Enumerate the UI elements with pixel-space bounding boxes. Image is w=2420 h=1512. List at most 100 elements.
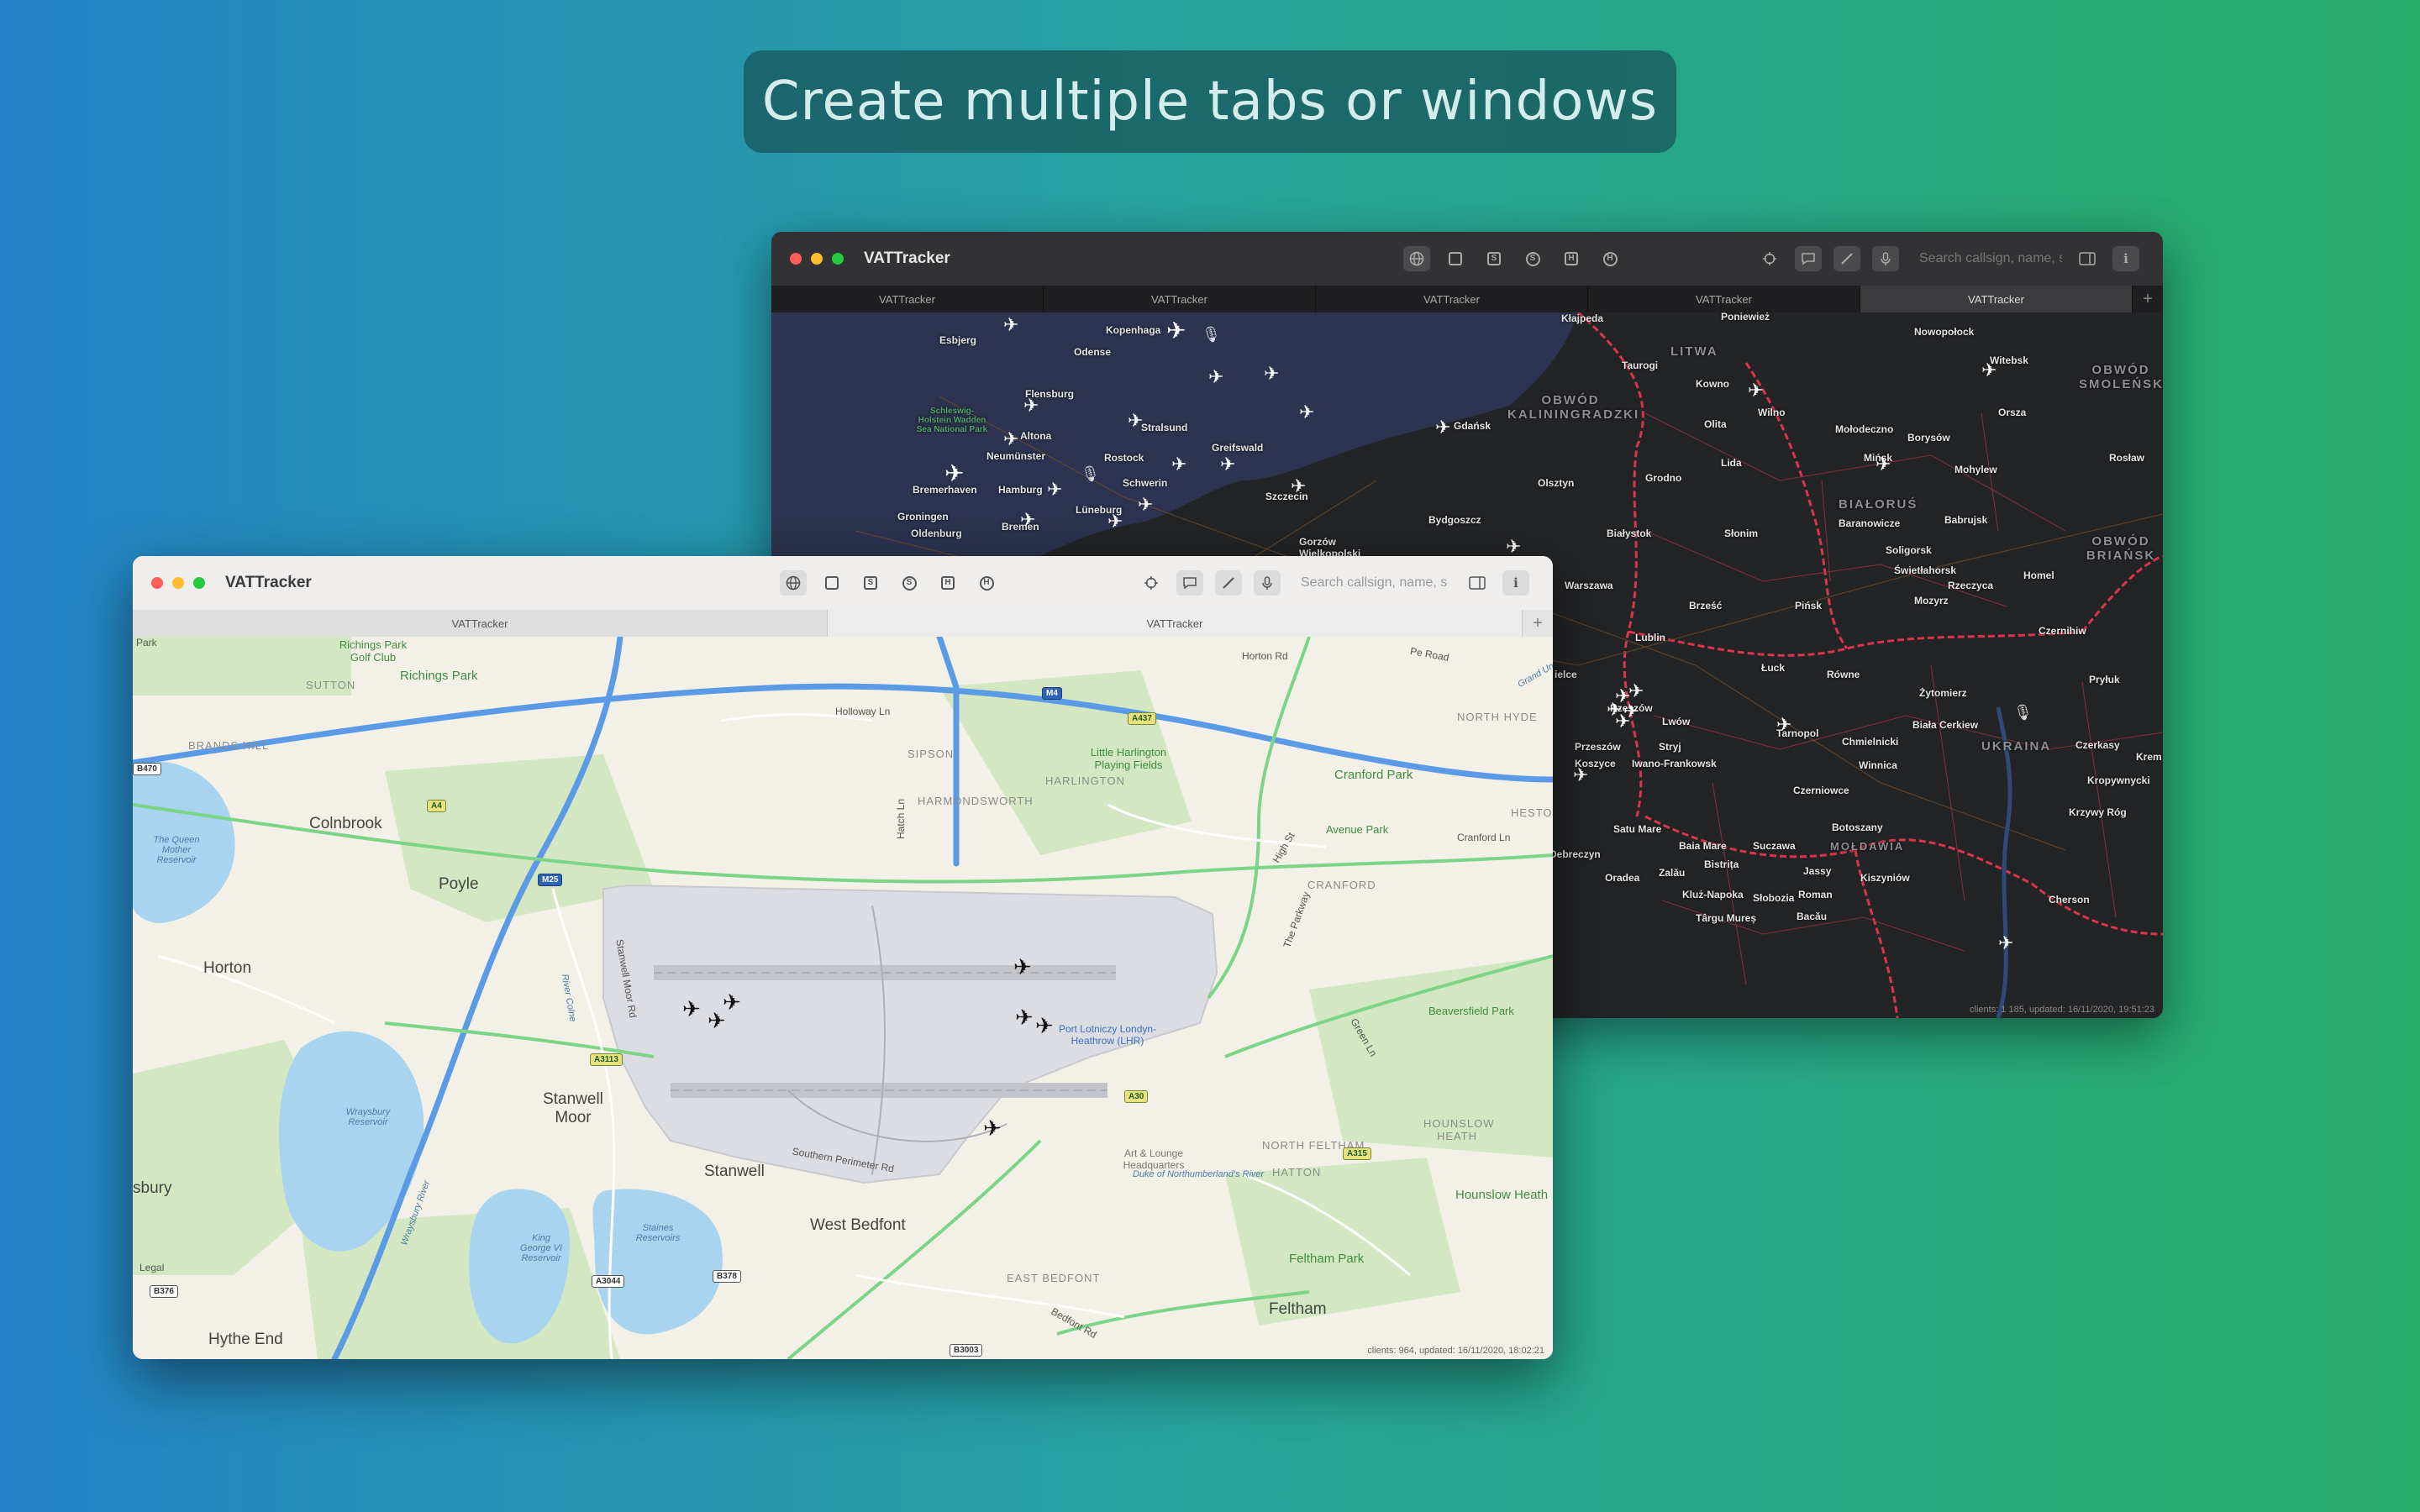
microphone-icon[interactable]: 🎙 (2013, 704, 2033, 722)
aircraft-icon[interactable]: ✈ (682, 998, 701, 1020)
zoom-button[interactable] (832, 253, 844, 265)
aircraft-icon[interactable]: ✈ (1003, 430, 1018, 449)
map-label: Grodno (1645, 472, 1682, 484)
aircraft-icon[interactable]: ✈ (1013, 956, 1032, 978)
tab[interactable]: VATTracker (133, 610, 828, 637)
road-shield: B470 (133, 763, 161, 775)
globe-icon[interactable] (780, 570, 807, 596)
sidebar-icon[interactable] (1464, 570, 1491, 596)
ruler-icon[interactable] (1215, 570, 1242, 596)
crosshair-icon[interactable] (1138, 570, 1165, 596)
map-label: Bacău (1797, 911, 1828, 922)
map-label: Port Lotniczy Londyn-Heathrow (LHR) (1058, 1023, 1157, 1047)
aircraft-icon[interactable]: ✈ (1876, 455, 1891, 474)
globe-icon[interactable] (1403, 246, 1430, 271)
aircraft-icon[interactable]: ✈ (1748, 381, 1763, 400)
map-label: Stanwell (704, 1163, 765, 1180)
aircraft-icon[interactable]: ✈ (1003, 316, 1018, 334)
chat-bubble-icon[interactable] (1795, 246, 1822, 271)
s-box-icon[interactable]: S (1481, 246, 1507, 271)
zoom-button[interactable] (193, 577, 205, 589)
minimize-button[interactable] (172, 577, 184, 589)
microphone-icon[interactable]: 🎙 (1202, 326, 1221, 344)
ruler-icon[interactable] (1833, 246, 1860, 271)
aircraft-icon[interactable]: ✈ (1573, 766, 1588, 785)
chat-bubble-icon[interactable] (1176, 570, 1203, 596)
map-label: Hythe End (208, 1331, 283, 1348)
search-input[interactable]: Search callsign, name, s (1911, 247, 2062, 270)
close-button[interactable] (790, 253, 802, 265)
aircraft-icon[interactable]: ✈ (1020, 511, 1035, 529)
aircraft-icon[interactable]: ✈ (1506, 538, 1521, 556)
map-label: Hamburg (998, 484, 1043, 496)
circle-s-icon[interactable]: S (896, 570, 923, 596)
aircraft-icon[interactable]: ✈ (1220, 455, 1235, 474)
s-box-icon[interactable]: S (857, 570, 884, 596)
aircraft-icon[interactable]: ✈ (1776, 716, 1791, 734)
map-label: Świetłahorsk (1894, 564, 1957, 576)
aircraft-icon[interactable]: ✈ (1035, 1015, 1054, 1037)
map-label: HARMONDSWORTH (918, 795, 1034, 807)
search-input[interactable]: Search callsign, name, s (1292, 571, 1452, 595)
crosshair-icon[interactable] (1756, 246, 1783, 271)
status-footer: clients: 1 185, updated: 16/11/2020, 19:… (1970, 1005, 2154, 1015)
close-button[interactable] (151, 577, 163, 589)
h-circle-icon[interactable]: H (973, 570, 1000, 596)
aircraft-icon[interactable]: ✈ (1291, 477, 1306, 496)
toolbar-tools: Search callsign, name, s i (1138, 570, 1529, 596)
aircraft-icon[interactable]: ✈ (983, 1117, 1002, 1139)
info-icon[interactable]: i (1502, 570, 1529, 596)
road-shield: A315 (1343, 1147, 1371, 1160)
aircraft-icon[interactable]: ✈ (1166, 319, 1186, 343)
sidebar-icon[interactable] (2074, 246, 2101, 271)
map-label: LITWA (1670, 344, 1718, 359)
tab[interactable]: VATTracker (1044, 286, 1316, 312)
square-icon[interactable] (818, 570, 845, 596)
tab-active[interactable]: VATTracker (1860, 286, 2133, 312)
map-label: Botoszany (1832, 822, 1883, 833)
h-box-icon[interactable]: H (1558, 246, 1585, 271)
square-icon[interactable] (1442, 246, 1469, 271)
minimize-button[interactable] (811, 253, 823, 265)
h-circle-icon[interactable]: H (1597, 246, 1623, 271)
map-label: BRANDS HILL (188, 739, 270, 752)
map-label: Brześć (1689, 600, 1723, 612)
aircraft-icon[interactable]: ✈ (1998, 934, 2013, 953)
info-icon[interactable]: i (2112, 246, 2139, 271)
aircraft-icon[interactable]: ✈ (1047, 480, 1062, 499)
aircraft-icon[interactable]: ✈ (1628, 682, 1644, 701)
aircraft-icon[interactable]: ✈ (1015, 1006, 1034, 1028)
new-tab-button[interactable]: + (2133, 286, 2163, 312)
aircraft-icon[interactable]: ✈ (1981, 361, 1996, 380)
tab[interactable]: VATTracker (1316, 286, 1588, 312)
h-box-icon[interactable]: H (934, 570, 961, 596)
map-label[interactable]: Legal (139, 1262, 164, 1273)
tab-active[interactable]: VATTracker (828, 610, 1523, 637)
microphone-icon[interactable] (1254, 570, 1281, 596)
tab[interactable]: VATTracker (771, 286, 1044, 312)
aircraft-icon[interactable]: ✈ (723, 991, 741, 1013)
microphone-icon[interactable] (1872, 246, 1899, 271)
aircraft-icon[interactable]: ✈ (1107, 512, 1123, 531)
aircraft-icon[interactable]: ✈ (1023, 396, 1039, 415)
map-label: Krzywy Róg (2069, 806, 2127, 818)
map-view-light[interactable]: clients: 964, updated: 16/11/2020, 18:02… (133, 637, 1553, 1359)
aircraft-icon[interactable]: ✈ (1128, 412, 1143, 430)
aircraft-icon[interactable]: ✈ (1435, 418, 1450, 437)
aircraft-icon[interactable]: ✈ (1299, 403, 1314, 422)
map-label: Wraysbury Reservoir (345, 1107, 391, 1127)
map-label: Rostock (1104, 452, 1144, 464)
aircraft-icon[interactable]: ✈ (944, 462, 964, 486)
microphone-icon[interactable]: 🎙 (1081, 465, 1100, 483)
circle-s-icon[interactable]: S (1519, 246, 1546, 271)
banner-text: Create multiple tabs or windows (761, 71, 1659, 133)
tab[interactable]: VATTracker (1588, 286, 1860, 312)
aircraft-icon[interactable]: ✈ (1264, 365, 1279, 383)
map-label: Równe (1827, 669, 1860, 680)
new-tab-button[interactable]: + (1523, 610, 1553, 637)
map-label: Orsza (1998, 407, 2027, 418)
aircraft-icon[interactable]: ✈ (1208, 368, 1223, 386)
aircraft-icon[interactable]: ✈ (1171, 455, 1186, 474)
aircraft-icon[interactable]: ✈ (1138, 496, 1153, 514)
map-label: OBWÓD BRIAŃSK (2086, 534, 2156, 563)
